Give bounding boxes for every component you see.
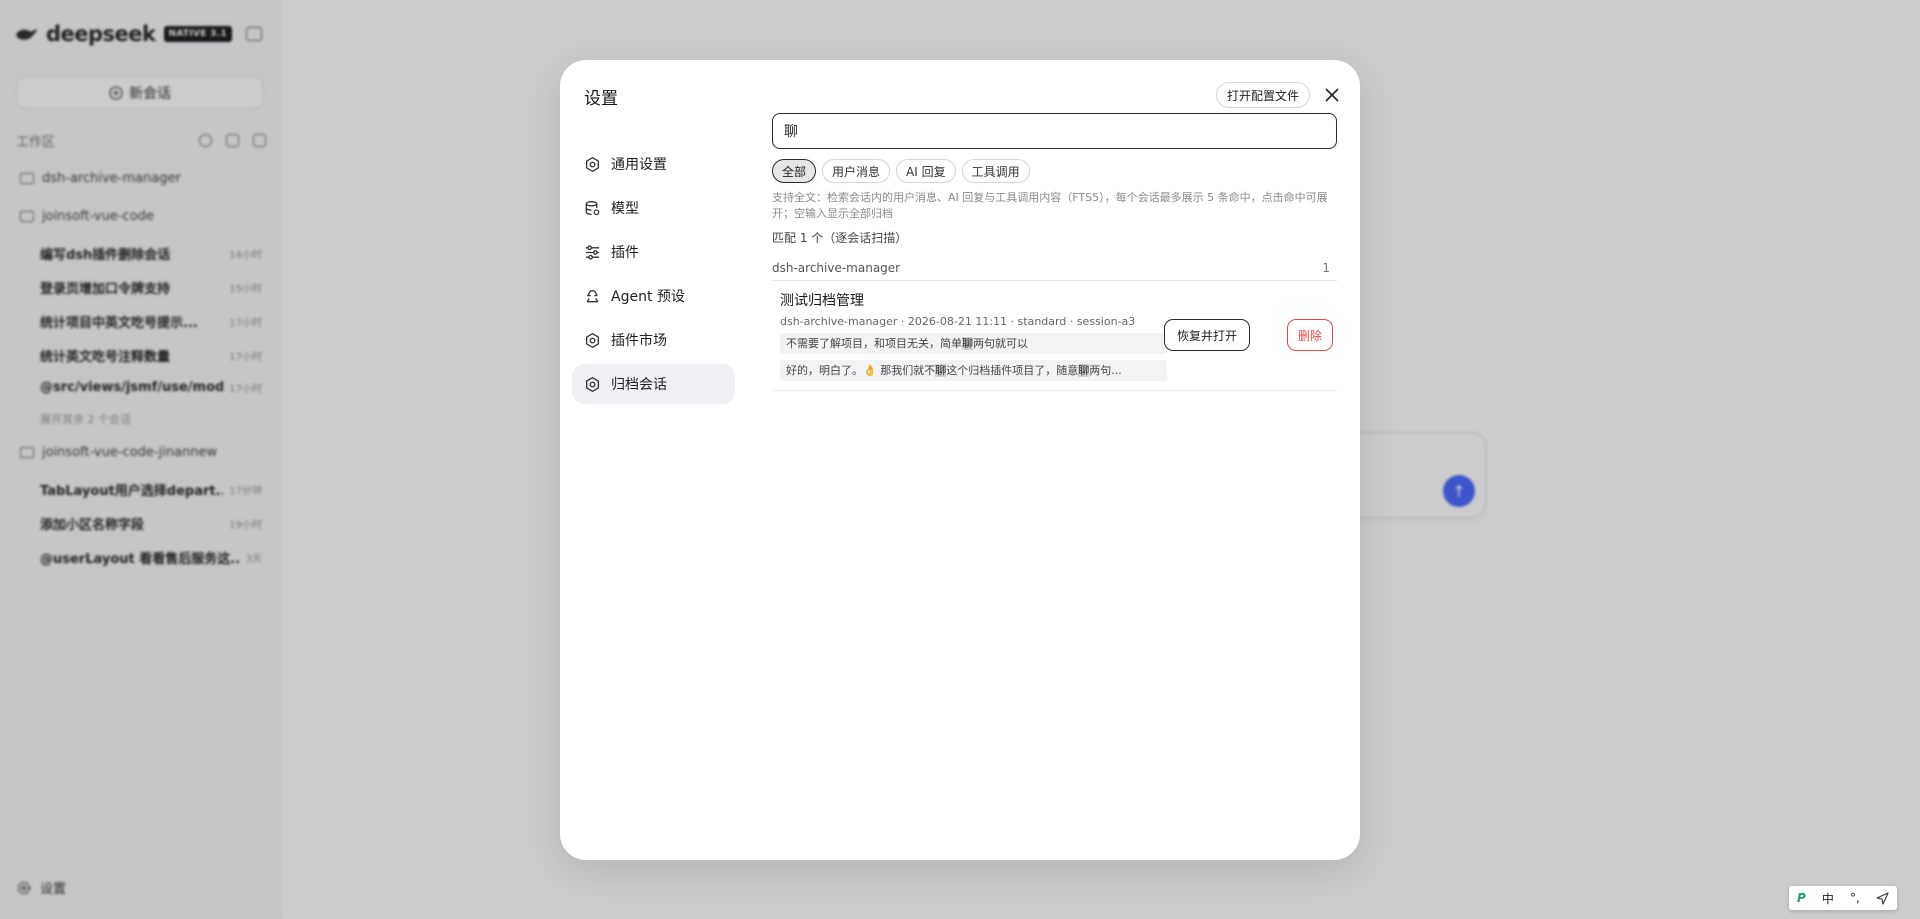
restore-open-button[interactable]: 恢复并打开	[1164, 319, 1251, 351]
nav-item-label: 模型	[611, 201, 639, 217]
filter-all[interactable]: 全部	[772, 159, 817, 183]
snippet-text: 这个归档插件项目了，随意	[946, 364, 1079, 377]
snippet-highlight: 聊	[935, 364, 947, 377]
nav-item-agent-preset[interactable]: Agent 预设	[572, 276, 735, 316]
snippet-highlight: 聊	[962, 337, 973, 350]
database-icon	[585, 200, 600, 215]
group-count: 1	[1322, 261, 1330, 275]
match-count: 匹配 1 个（逐会话扫描）	[772, 231, 908, 245]
archive-search-input[interactable]	[772, 113, 1337, 149]
result-row: 测试归档管理 dsh-archive-manager · 2026-08-21 …	[772, 281, 1337, 391]
nav-item-label: 插件	[611, 245, 639, 261]
snippet-text: 两句...	[1089, 364, 1122, 377]
ime-punctuation[interactable]: °,	[1850, 891, 1860, 905]
recycle-icon	[586, 289, 599, 302]
result-title: 测试归档管理	[780, 293, 864, 309]
hit-snippet[interactable]: 好的，明白了。👌 那我们就不聊这个归档插件项目了，随意聊两句...	[780, 360, 1167, 381]
result-group-header[interactable]: dsh-archive-manager 1	[772, 260, 1337, 281]
snippet-text: 两句就可以	[973, 337, 1028, 350]
delete-button[interactable]: 删除	[1287, 319, 1334, 351]
gear-icon	[585, 332, 600, 348]
ime-logo-icon[interactable]: P	[1797, 891, 1806, 905]
filter-ai-replies[interactable]: AI 回复	[896, 159, 956, 183]
snippet-highlight: 聊	[1078, 364, 1090, 377]
nav-item-plugin-market[interactable]: 插件市场	[572, 320, 735, 360]
settings-modal: 设置 打开配置文件 通用设置 模型 插件 Agent 预设 插件市场 归档会话 …	[560, 60, 1360, 860]
close-button[interactable]	[1322, 85, 1342, 105]
modal-title: 设置	[584, 89, 618, 109]
archive-panel: 全部 用户消息 AI 回复 工具调用 支持全文：检索会话内的用户消息、AI 回复…	[772, 113, 1337, 391]
filter-chips: 全部 用户消息 AI 回复 工具调用	[772, 159, 1337, 183]
filter-tool-calls[interactable]: 工具调用	[961, 159, 1030, 183]
result-meta: dsh-archive-manager · 2026-08-21 11:11 ·…	[780, 315, 1136, 328]
nav-item-label: 归档会话	[611, 377, 667, 393]
settings-nav: 通用设置 模型 插件 Agent 预设 插件市场 归档会话	[572, 144, 735, 408]
nav-item-label: Agent 预设	[611, 289, 685, 305]
gear-icon	[585, 156, 600, 172]
nav-item-general[interactable]: 通用设置	[572, 144, 735, 184]
open-config-button[interactable]: 打开配置文件	[1216, 82, 1311, 108]
nav-item-label: 通用设置	[611, 157, 667, 173]
nav-item-label: 插件市场	[611, 333, 667, 349]
app-window: deepseek NATIVE 3.1 新会话 工作区 dsh-archive-…	[0, 0, 1920, 919]
nav-item-archived-sessions[interactable]: 归档会话	[572, 364, 735, 404]
close-icon	[1325, 88, 1339, 102]
snippet-text: 好的，明白了。👌 那我们就不	[786, 364, 936, 377]
filter-user-messages[interactable]: 用户消息	[822, 159, 891, 183]
nav-item-plugins[interactable]: 插件	[572, 232, 735, 272]
ime-toolbar[interactable]: P 中 °,	[1789, 886, 1897, 910]
gear-icon	[585, 376, 600, 392]
snippet-text: 不需要了解项目，和项目无关，简单	[786, 337, 962, 350]
sliders-icon	[585, 244, 600, 260]
group-name: dsh-archive-manager	[772, 261, 901, 275]
ime-language[interactable]: 中	[1822, 890, 1834, 907]
nav-item-model[interactable]: 模型	[572, 188, 735, 228]
search-hint: 支持全文：检索会话内的用户消息、AI 回复与工具调用内容（FTS5），每个会话最…	[772, 191, 1328, 220]
send-arrow-icon[interactable]	[1876, 891, 1889, 905]
hit-snippet[interactable]: 不需要了解项目，和项目无关，简单聊两句就可以	[780, 333, 1167, 354]
